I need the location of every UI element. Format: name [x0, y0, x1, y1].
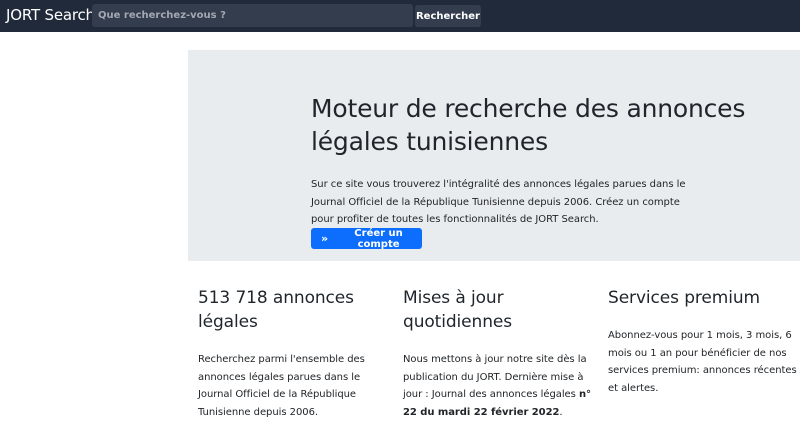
search-button[interactable]: Rechercher [415, 5, 481, 27]
feature-title: Mises à jour quotidiennes [403, 288, 512, 332]
feature-text-prefix: Nous mettons à jour notre site dès la pu… [403, 354, 587, 400]
hero-title: Moteur de recherche des annonces légales… [311, 94, 746, 156]
create-account-button[interactable]: » Créer un compte [311, 227, 422, 250]
navbar: JORT Search Rechercher [0, 0, 800, 32]
feature-title: Services premium [608, 288, 760, 308]
feature-text-suffix: . [559, 406, 563, 418]
double-chevron-right-icon: » [321, 232, 329, 245]
feature-text: Recherchez parmi l'ensemble des annonces… [198, 354, 365, 418]
brand-logo[interactable]: JORT Search [6, 6, 95, 24]
create-account-label: Créer un compte [354, 227, 403, 250]
feature-mises-a-jour: Mises à jour quotidiennes Nous mettons à… [403, 286, 599, 421]
feature-annonces: 513 718 annonces légales Recherchez parm… [198, 286, 394, 421]
search-input[interactable] [92, 4, 413, 27]
feature-text: Abonnez-vous pour 1 mois, 3 mois, 6 mois… [608, 330, 797, 394]
hero-description: Sur ce site vous trouverez l'intégralité… [311, 179, 686, 225]
feature-title: 513 718 annonces légales [198, 288, 354, 332]
feature-text: Nous mettons à jour notre site dès la pu… [403, 351, 599, 421]
feature-premium: Services premium Abonnez-vous pour 1 moi… [608, 286, 800, 397]
